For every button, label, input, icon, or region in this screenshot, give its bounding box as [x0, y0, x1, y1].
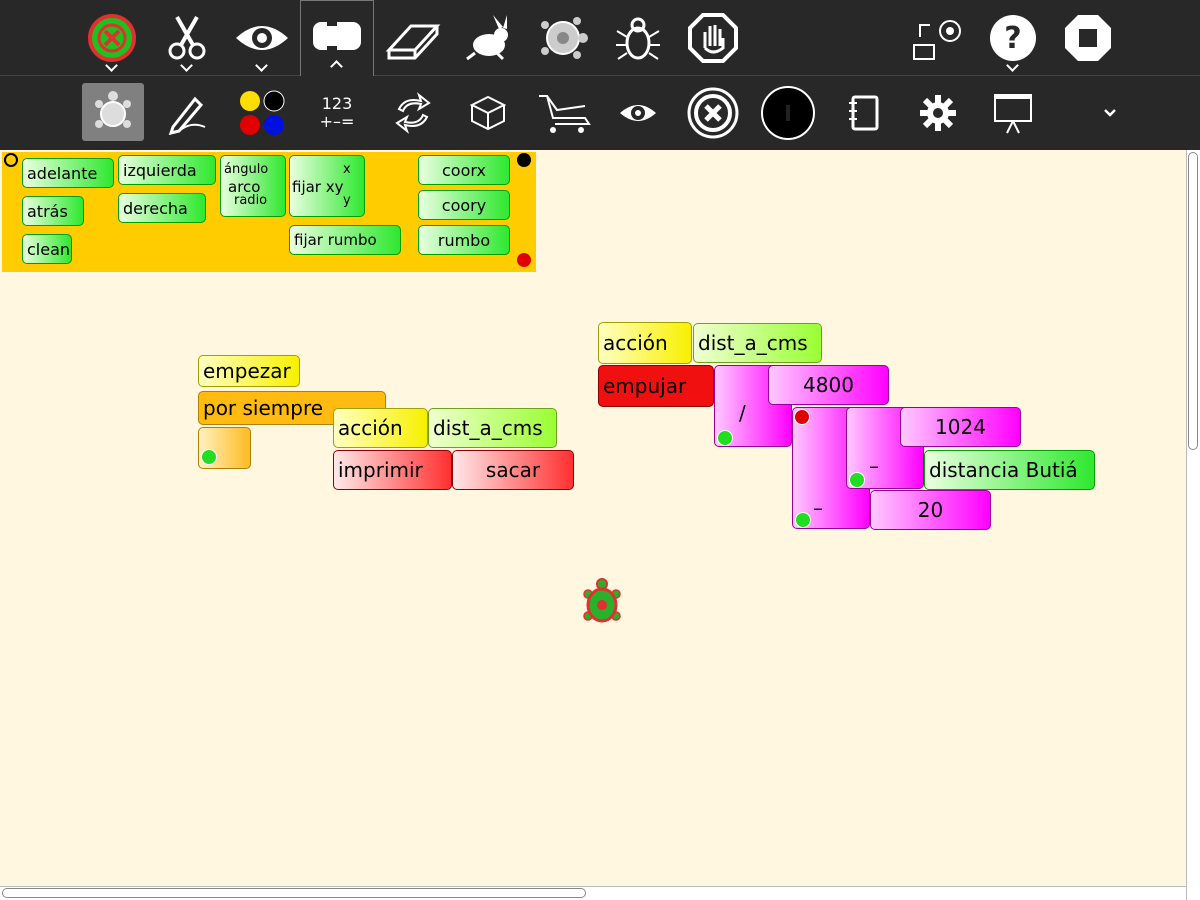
- butia-distance-block[interactable]: distancia Butiá: [924, 450, 1095, 490]
- turtle-sprite-icon[interactable]: [582, 578, 622, 626]
- setheading-block[interactable]: fijar rumbo: [289, 225, 401, 255]
- setxy-label: fijar xy: [292, 178, 344, 196]
- box-sacar-label: sacar: [485, 458, 541, 482]
- butia-robot-icon[interactable]: [758, 83, 818, 143]
- eraser-icon[interactable]: [383, 8, 443, 68]
- left-label: izquierda: [123, 160, 197, 180]
- view-palette-icon[interactable]: [608, 83, 668, 143]
- minus-inner-label: –: [869, 454, 879, 478]
- pen-palette-icon[interactable]: [157, 83, 217, 143]
- setxy-y-label: y: [343, 193, 351, 208]
- vertical-scroll-thumb[interactable]: [1188, 152, 1198, 450]
- stop-icon[interactable]: [1058, 8, 1118, 68]
- svg-text:?: ?: [1004, 21, 1021, 56]
- clean-label: clean: [27, 239, 71, 259]
- operators-label: +–=: [319, 112, 355, 131]
- push-block[interactable]: empujar: [598, 365, 714, 407]
- presentation-icon[interactable]: [983, 83, 1043, 143]
- number-1024-block[interactable]: 1024: [900, 407, 1021, 447]
- help-icon[interactable]: ?: [983, 8, 1043, 68]
- forward-label: adelante: [27, 163, 98, 183]
- main-toolbar: ?: [0, 0, 1200, 76]
- gear-icon[interactable]: [908, 83, 968, 143]
- action-name-block[interactable]: dist_a_cms: [428, 408, 557, 448]
- action-label: acción: [338, 416, 403, 440]
- action-definition-block[interactable]: acción: [598, 322, 692, 364]
- left-block[interactable]: izquierda: [118, 155, 216, 185]
- palette-toolbar: 123 +–=: [0, 76, 1200, 150]
- heading-block[interactable]: rumbo: [418, 225, 510, 255]
- ycor-block[interactable]: coory: [418, 190, 510, 220]
- clean-block[interactable]: clean: [22, 234, 72, 264]
- ycor-label: coory: [441, 195, 487, 215]
- horizontal-scroll-thumb[interactable]: [2, 888, 586, 898]
- right-block[interactable]: derecha: [118, 193, 206, 223]
- notebook-icon[interactable]: [833, 83, 893, 143]
- palette-next-icon[interactable]: [517, 153, 531, 167]
- forever-label: por siempre: [203, 396, 324, 420]
- scissors-icon[interactable]: [157, 8, 217, 68]
- turtle-icon[interactable]: [533, 8, 593, 68]
- numbers-palette-icon[interactable]: 123 +–=: [307, 83, 367, 143]
- setxy-x-label: x: [343, 162, 351, 177]
- right-label: derecha: [123, 198, 188, 218]
- divide-expand-plus-icon[interactable]: [717, 430, 733, 446]
- arc-radius-label: radio: [234, 193, 268, 208]
- eye-icon[interactable]: [232, 8, 292, 68]
- palette-orientation-icon[interactable]: [4, 153, 18, 167]
- blocks-palette-icon[interactable]: [458, 83, 518, 143]
- numbers-label: 123: [321, 94, 353, 113]
- setheading-label: fijar rumbo: [294, 231, 377, 249]
- number-1024-label: 1024: [935, 415, 986, 439]
- number-4800-block[interactable]: 4800: [768, 365, 889, 405]
- palette-toggle-icon[interactable]: [307, 6, 367, 66]
- palette-hide-icon[interactable]: [517, 253, 531, 267]
- turtle-block-palette: adelante atrás clean izquierda derecha á…: [2, 152, 536, 272]
- xcor-block[interactable]: coorx: [418, 155, 510, 185]
- horizontal-scrollbar[interactable]: [0, 886, 1186, 900]
- flow-palette-icon[interactable]: [383, 83, 443, 143]
- colors-palette-icon[interactable]: [232, 83, 292, 143]
- stop-plugin-icon[interactable]: [683, 83, 743, 143]
- sensors-palette-icon[interactable]: [533, 83, 593, 143]
- back-label: atrás: [27, 201, 68, 221]
- heading-label: rumbo: [437, 230, 491, 250]
- collapse-minus-icon[interactable]: [794, 409, 810, 425]
- arc-angle-label: ángulo: [224, 162, 269, 177]
- vertical-scrollbar[interactable]: [1186, 150, 1200, 900]
- push-label: empujar: [603, 374, 687, 398]
- stop-turtle-icon[interactable]: [82, 8, 142, 68]
- turtle-palette-icon[interactable]: [82, 83, 144, 141]
- box-sacar-block[interactable]: sacar: [452, 450, 574, 490]
- forward-block[interactable]: adelante: [22, 158, 114, 188]
- number-20-label: 20: [917, 498, 944, 522]
- back-block[interactable]: atrás: [22, 196, 84, 226]
- number-20-block[interactable]: 20: [870, 490, 991, 530]
- start-label: empezar: [203, 359, 291, 383]
- action-name-label: dist_a_cms: [433, 416, 543, 440]
- expand-plus-icon[interactable]: [201, 449, 217, 465]
- minus-outer-label: –: [813, 496, 823, 520]
- share-icon[interactable]: [908, 8, 968, 68]
- minus-outer-expand-plus-icon[interactable]: [795, 512, 811, 528]
- divide-label: /: [739, 401, 746, 425]
- more-chevron-down-icon[interactable]: [1080, 83, 1140, 143]
- action-definition-name-block[interactable]: dist_a_cms: [693, 323, 822, 363]
- action-block[interactable]: acción: [333, 408, 428, 448]
- action-definition-name-label: dist_a_cms: [698, 331, 808, 355]
- action-definition-label: acción: [603, 331, 668, 355]
- butia-distance-label: distancia Butiá: [929, 458, 1078, 482]
- print-block[interactable]: imprimir: [333, 450, 452, 490]
- stop-hand-icon[interactable]: [683, 8, 743, 68]
- xcor-label: coorx: [442, 160, 486, 180]
- print-label: imprimir: [338, 458, 423, 482]
- number-4800-label: 4800: [803, 373, 854, 397]
- bug-icon[interactable]: [608, 8, 668, 68]
- minus-inner-expand-plus-icon[interactable]: [849, 472, 865, 488]
- start-block[interactable]: empezar: [198, 355, 300, 387]
- rabbit-icon[interactable]: [458, 8, 518, 68]
